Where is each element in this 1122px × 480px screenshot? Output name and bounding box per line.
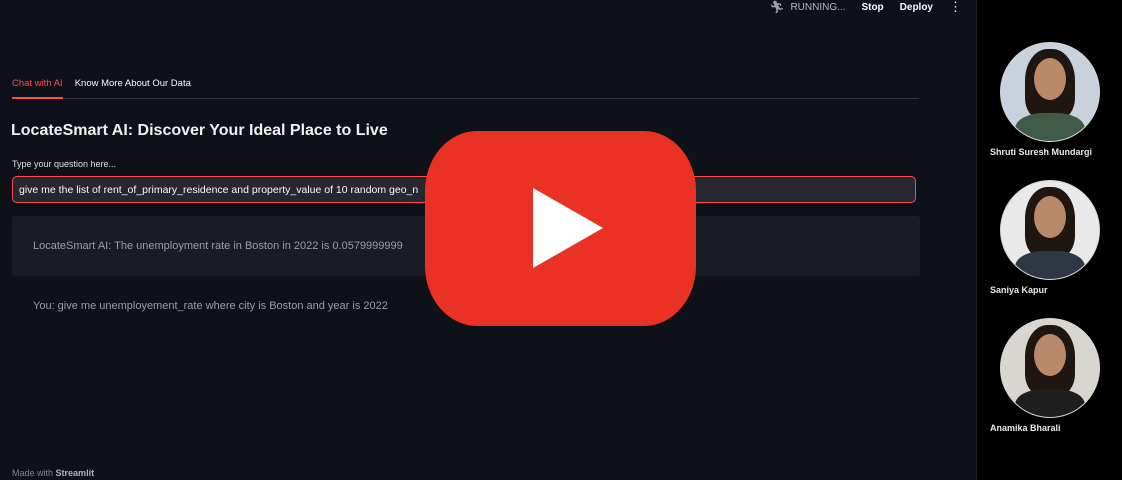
avatar (1000, 318, 1100, 418)
participant-name: Saniya Kapur (990, 285, 1048, 295)
play-triangle-icon (533, 188, 603, 268)
face-shape (1034, 196, 1066, 238)
kebab-menu-icon[interactable]: ⋮ (949, 0, 962, 15)
running-label: RUNNING... (790, 1, 846, 13)
ai-message-text: LocateSmart AI: The unemployment rate in… (33, 240, 403, 252)
avatar (1000, 42, 1100, 142)
footer: Made with Streamlit (12, 468, 94, 478)
body-shape (1015, 113, 1085, 141)
tab-bar: Chat with AI Know More About Our Data (12, 76, 919, 99)
face-shape (1034, 58, 1066, 100)
question-label: Type your question here... (12, 159, 117, 169)
tab-know-more-about-data[interactable]: Know More About Our Data (75, 76, 191, 98)
streamlit-link[interactable]: Streamlit (56, 468, 95, 478)
participant-name: Shruti Suresh Mundargi (990, 147, 1093, 157)
body-shape (1015, 389, 1085, 417)
participant-name: Anamika Bharali (990, 423, 1061, 433)
page-title: LocateSmart AI: Discover Your Ideal Plac… (11, 122, 388, 139)
participants-panel: Shruti Suresh Mundargi Saniya Kapur Anam… (976, 0, 1122, 480)
body-shape (1015, 251, 1085, 279)
participant-tile: Anamika Bharali (977, 318, 1122, 433)
running-person-icon: 🏃︎ (769, 0, 785, 14)
avatar (1000, 180, 1100, 280)
user-message: You: give me unemployement_rate where ci… (33, 300, 388, 312)
face-shape (1034, 334, 1066, 376)
tab-chat-with-ai[interactable]: Chat with AI (12, 76, 63, 99)
top-toolbar: 🏃︎ RUNNING... Stop Deploy ⋮ (769, 0, 962, 14)
running-status: 🏃︎ RUNNING... (769, 0, 845, 14)
participant-tile: Saniya Kapur (977, 180, 1122, 295)
participant-tile: Shruti Suresh Mundargi (977, 42, 1122, 157)
deploy-button[interactable]: Deploy (900, 2, 933, 13)
youtube-play-icon[interactable] (425, 131, 696, 326)
footer-prefix: Made with (12, 468, 54, 478)
stop-button[interactable]: Stop (861, 2, 883, 13)
